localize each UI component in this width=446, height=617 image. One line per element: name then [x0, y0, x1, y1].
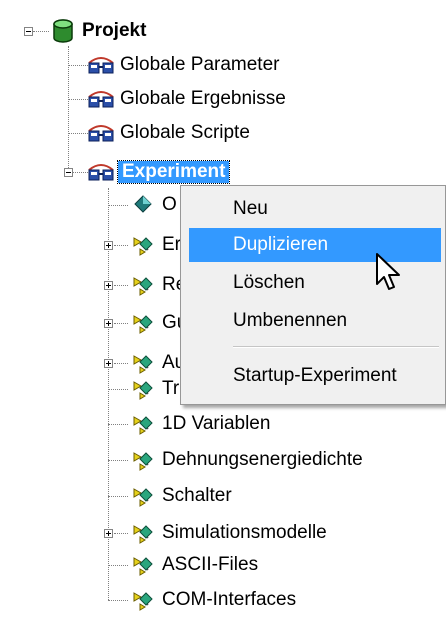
node-icon: [133, 237, 153, 256]
tree-node-label: ASCII-Files: [162, 554, 259, 575]
tree-node-schalter[interactable]: Schalter: [128, 479, 232, 513]
tree-line: [68, 133, 88, 134]
tree-node-simulationsmodelle[interactable]: Simulationsmodelle: [128, 516, 327, 550]
node-icon: [133, 416, 153, 435]
tree-node-globale-ergebnisse[interactable]: Globale Ergebnisse: [86, 82, 286, 116]
tree-line: [108, 389, 128, 390]
tree-node-globale-scripte[interactable]: Globale Scripte: [86, 116, 250, 150]
tree-node-globale-parameter[interactable]: Globale Parameter: [86, 48, 279, 82]
tree-node-label: O: [162, 194, 177, 215]
menu-item-label: Umbenennen: [233, 310, 348, 331]
tree-line: [108, 460, 128, 461]
tree-line: [68, 65, 88, 66]
menu-item-label: Duplizieren: [233, 234, 329, 255]
collapse-toggle[interactable]: [24, 27, 33, 36]
expand-toggle[interactable]: [104, 319, 113, 328]
menu-item-label: Löschen: [233, 272, 305, 293]
glasses-icon: [88, 91, 114, 108]
collapse-toggle[interactable]: [64, 168, 73, 177]
node-icon: [133, 592, 153, 611]
node-icon: [133, 525, 153, 544]
diamond-icon: [134, 195, 152, 213]
expand-toggle[interactable]: [104, 529, 113, 538]
tree-line: [114, 533, 128, 534]
menu-item-startup-experiment[interactable]: Startup-Experiment: [189, 359, 441, 393]
tree-node-dehnungsenergiedichte[interactable]: Dehnungsenergiedichte: [128, 443, 363, 477]
tree-node-gu[interactable]: Gu: [128, 306, 187, 340]
glasses-icon: [88, 164, 114, 181]
glasses-icon: [88, 57, 114, 74]
tree-node-o[interactable]: O: [128, 188, 177, 222]
menu-item-umbenennen[interactable]: Umbenennen: [189, 304, 441, 338]
tree-node-com-interfaces[interactable]: COM-Interfaces: [128, 583, 296, 617]
tree-line: [108, 565, 128, 566]
tree-node-re[interactable]: Re: [128, 268, 186, 302]
menu-item-neu[interactable]: Neu: [189, 192, 441, 226]
tree-node-label: Globale Scripte: [120, 122, 250, 143]
menu-item-label: Neu: [233, 198, 268, 219]
tree-line: [68, 99, 88, 100]
mouse-pointer-icon: [376, 253, 400, 290]
menu-separator: [233, 346, 439, 348]
glasses-icon: [88, 125, 114, 142]
tree-node-label: Dehnungsenergiedichte: [162, 449, 363, 470]
node-icon: [133, 452, 153, 471]
tree-line: [108, 205, 128, 206]
tree-line: [114, 285, 128, 286]
tree-node-projekt[interactable]: Projekt: [48, 14, 146, 48]
node-icon: [133, 315, 153, 334]
tree-node-label: 1D Variablen: [162, 413, 271, 434]
expand-toggle[interactable]: [104, 359, 113, 368]
tree-node-ascii-files[interactable]: ASCII-Files: [128, 548, 258, 582]
tree-node-label: Globale Ergebnisse: [120, 88, 286, 109]
tree-node-experiment[interactable]: Experiment: [86, 155, 231, 189]
tree-line: [33, 31, 49, 32]
node-icon: [133, 488, 153, 507]
node-icon: [133, 277, 153, 296]
tree-node-label: Er: [162, 234, 181, 255]
tree-line: [114, 323, 128, 324]
tree-line: [108, 600, 128, 601]
database-icon: [53, 19, 73, 43]
tree-node-label: Tr: [162, 378, 180, 399]
tree-node-label: Simulationsmodelle: [162, 522, 327, 543]
expand-toggle[interactable]: [104, 241, 113, 250]
node-icon: [133, 381, 153, 400]
tree-node-tr[interactable]: Tr: [128, 372, 179, 406]
tree-line: [108, 424, 128, 425]
tree-node-label: Projekt: [82, 20, 147, 41]
tree-node-label: Experiment: [116, 160, 231, 184]
tree-node-label: Globale Parameter: [120, 54, 280, 75]
tree-node-label: Schalter: [162, 485, 232, 506]
tree-line: [108, 496, 128, 497]
context-menu: Neu Duplizieren Löschen Umbenennen Start…: [180, 185, 446, 405]
tree-node-label: COM-Interfaces: [162, 589, 297, 610]
tree-line: [114, 363, 128, 364]
tree-line: [114, 245, 128, 246]
tree-node-er[interactable]: Er: [128, 228, 181, 262]
node-icon: [133, 557, 153, 576]
menu-item-label: Startup-Experiment: [233, 365, 397, 386]
expand-toggle[interactable]: [104, 281, 113, 290]
tree-node-1d-variablen[interactable]: 1D Variablen: [128, 407, 270, 441]
